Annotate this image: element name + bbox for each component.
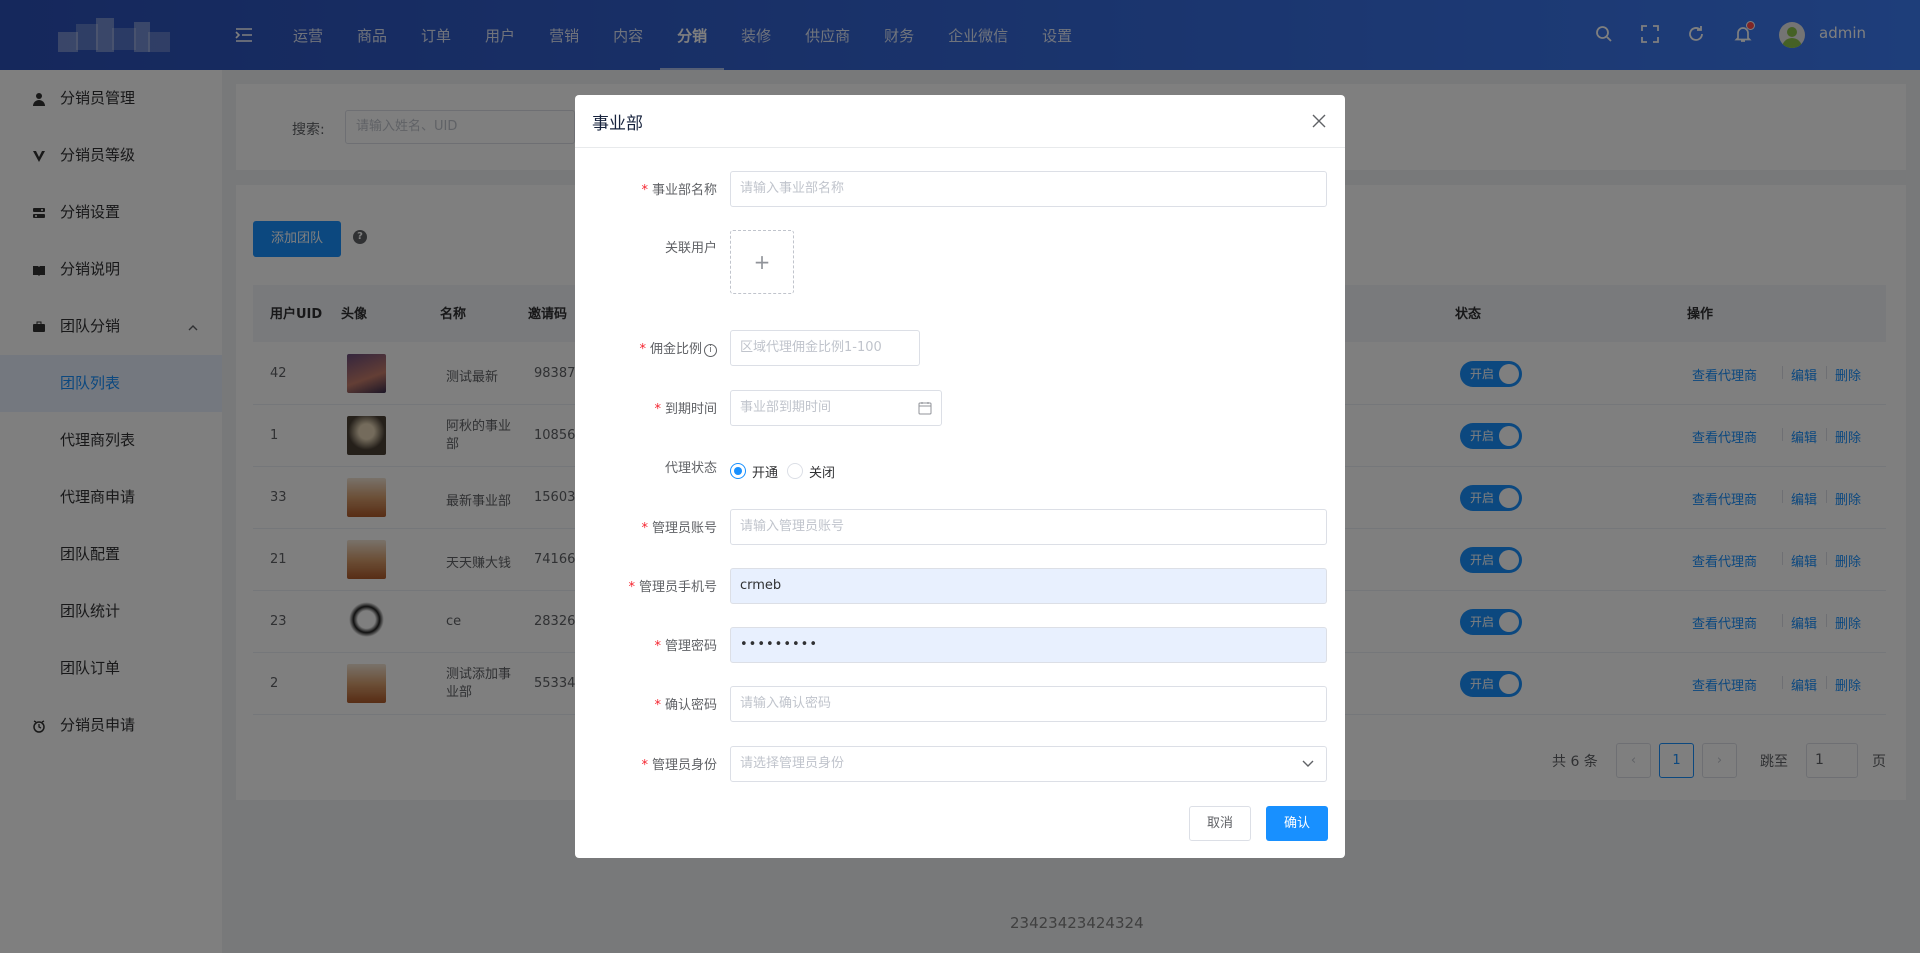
admin-account-label: * 管理员账号 <box>641 521 717 536</box>
dept-name-input[interactable]: 请输入事业部名称 <box>730 171 1327 207</box>
dept-name-label: * 事业部名称 <box>641 183 717 198</box>
modal-header: 事业部 <box>575 95 1345 148</box>
field-label-box: * 确认密码 <box>575 694 717 714</box>
admin-phone-label: * 管理员手机号 <box>628 580 717 595</box>
radio-close[interactable] <box>787 463 803 479</box>
linked-user-label: 关联用户 <box>664 241 717 256</box>
chevron-down-icon <box>1302 760 1314 767</box>
cancel-button[interactable]: 取消 <box>1189 806 1251 841</box>
admin-phone-input[interactable]: crmeb <box>730 568 1327 604</box>
radio-open[interactable] <box>730 463 746 479</box>
info-icon: i <box>704 344 717 357</box>
admin-password-label: * 管理密码 <box>654 639 717 654</box>
admin-password-input[interactable]: ••••••••• <box>730 627 1327 663</box>
field-label-box: * 管理员账号 <box>575 517 717 537</box>
select-user-button[interactable]: + <box>730 230 794 294</box>
department-modal: 事业部 * 事业部名称 请输入事业部名称 关联用户 + * 佣金比例 i 区域代理佣金… <box>575 95 1345 858</box>
admin-account-input[interactable]: 请输入管理员账号 <box>730 509 1327 545</box>
radio-close-label[interactable]: 关闭 <box>809 462 835 481</box>
commission-input[interactable]: 区域代理佣金比例1-100 <box>730 330 920 366</box>
field-label-box: * 管理密码 <box>575 635 717 655</box>
modal-title: 事业部 <box>592 114 643 134</box>
field-label-box: * 佣金比例 i <box>575 338 717 358</box>
field-label-box: * 管理员身份 <box>575 754 717 774</box>
agent-status-label: 代理状态 <box>664 461 717 476</box>
commission-label: * 佣金比例 i <box>639 338 717 357</box>
admin-role-placeholder: 请选择管理员身份 <box>740 756 845 771</box>
plus-icon: + <box>753 250 771 274</box>
confirm-password-input[interactable]: 请输入确认密码 <box>730 686 1327 722</box>
close-icon[interactable] <box>1309 111 1329 131</box>
confirm-password-label: * 确认密码 <box>654 698 717 713</box>
field-label-box: * 管理员手机号 <box>575 576 717 596</box>
expire-placeholder: 事业部到期时间 <box>740 400 832 415</box>
field-label-box: * 事业部名称 <box>575 179 717 199</box>
admin-role-label: * 管理员身份 <box>641 758 717 773</box>
calendar-icon <box>918 402 932 415</box>
admin-role-select[interactable]: 请选择管理员身份 <box>730 746 1327 782</box>
field-label-box: 关联用户 <box>575 237 717 257</box>
confirm-button[interactable]: 确认 <box>1266 806 1328 841</box>
expire-label: * 到期时间 <box>654 402 717 417</box>
expire-date-input[interactable]: 事业部到期时间 <box>730 390 942 426</box>
field-label-box: 代理状态 <box>575 457 717 477</box>
field-label-box: * 到期时间 <box>575 398 717 418</box>
radio-open-label[interactable]: 开通 <box>752 462 778 481</box>
